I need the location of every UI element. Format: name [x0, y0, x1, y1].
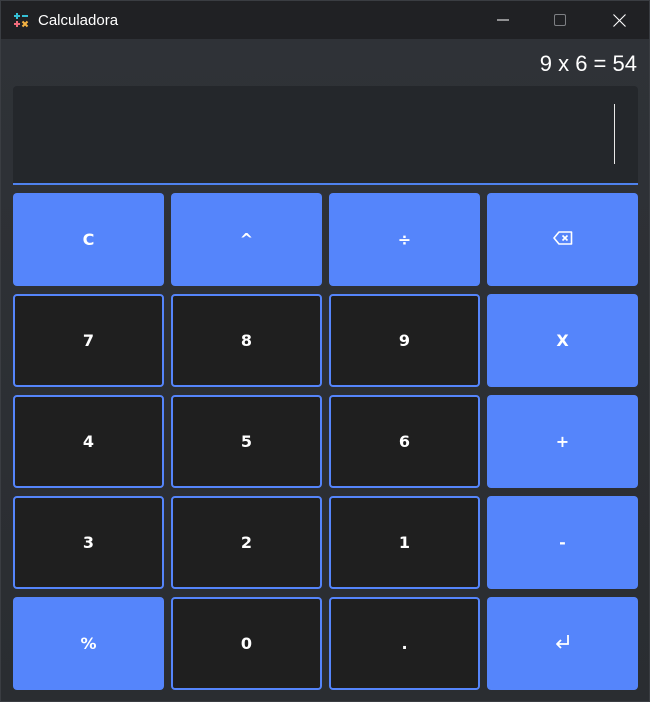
percent-button[interactable]: % — [13, 597, 164, 690]
history-expression: 9 x 6 = 54 — [539, 51, 637, 76]
digit-5-button[interactable]: 5 — [171, 395, 322, 488]
backspace-icon — [552, 230, 573, 249]
title-bar[interactable]: Calculadora — [1, 1, 649, 39]
minimize-button[interactable] — [475, 1, 531, 39]
enter-icon — [554, 634, 572, 654]
decimal-button[interactable]: . — [329, 597, 480, 690]
digit-9-button[interactable]: 9 — [329, 294, 480, 387]
minimize-icon — [497, 14, 509, 26]
enter-button[interactable] — [487, 597, 638, 690]
multiply-button[interactable]: X — [487, 294, 638, 387]
close-icon — [612, 13, 626, 27]
calculator-body: 9 x 6 = 54 C ^ ÷ 7 8 9 X 4 5 6 + 3 2 1 -… — [1, 39, 649, 701]
plus-button[interactable]: + — [487, 395, 638, 488]
digit-8-button[interactable]: 8 — [171, 294, 322, 387]
digit-0-button[interactable]: 0 — [171, 597, 322, 690]
digit-2-button[interactable]: 2 — [171, 496, 322, 589]
minus-button[interactable]: - — [487, 496, 638, 589]
close-button[interactable] — [591, 1, 647, 39]
digit-6-button[interactable]: 6 — [329, 395, 480, 488]
digit-4-button[interactable]: 4 — [13, 395, 164, 488]
calculator-icon — [13, 12, 29, 28]
clear-button[interactable]: C — [13, 193, 164, 286]
display-input[interactable] — [13, 86, 638, 185]
digit-1-button[interactable]: 1 — [329, 496, 480, 589]
power-button[interactable]: ^ — [171, 193, 322, 286]
maximize-icon — [554, 14, 566, 26]
calculator-window: Calculadora 9 x 6 = 54 C ^ ÷ 7 8 9 X 4 5… — [0, 0, 650, 702]
digit-3-button[interactable]: 3 — [13, 496, 164, 589]
divide-button[interactable]: ÷ — [329, 193, 480, 286]
digit-7-button[interactable]: 7 — [13, 294, 164, 387]
maximize-button[interactable] — [532, 1, 588, 39]
window-title: Calculadora — [38, 12, 119, 29]
text-cursor — [614, 104, 615, 164]
backspace-button[interactable] — [487, 193, 638, 286]
